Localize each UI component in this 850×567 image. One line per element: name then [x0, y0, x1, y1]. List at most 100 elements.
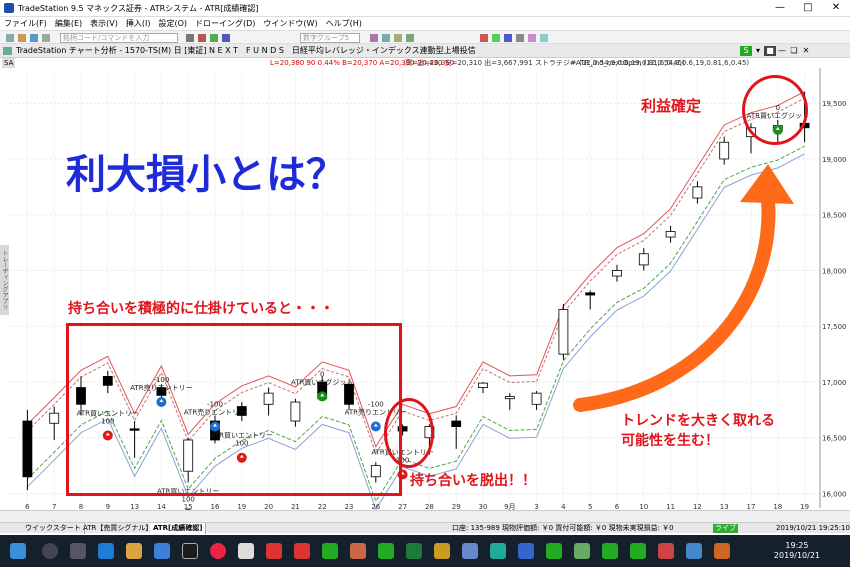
app-icon-8[interactable] — [518, 543, 534, 559]
workspace-tabs: ウイックスタート ATR【売買シグナル】 ATR[成績確認] 口座: 135-9… — [0, 522, 850, 534]
x-tick-label: 21 — [291, 503, 300, 510]
record-icon[interactable] — [210, 543, 226, 559]
app-icon-9[interactable] — [546, 543, 562, 559]
x-tick-label: 19 — [237, 503, 246, 510]
x-tick-label: 14 — [157, 503, 166, 510]
fib-icon[interactable] — [528, 34, 536, 42]
app-icon-10[interactable] — [574, 543, 590, 559]
y-tick-label: 19,500 — [822, 100, 847, 108]
y-tick-label: 17,500 — [822, 323, 847, 331]
x-tick-label: 26 — [371, 503, 380, 510]
menu-help[interactable]: ヘルプ(H) — [326, 18, 362, 29]
chart-restore-button[interactable]: ❏ — [788, 46, 800, 56]
date-axis-strip — [0, 510, 850, 522]
candle-body — [49, 412, 60, 424]
tab-atr-result[interactable]: ATR[成績確認] — [150, 523, 207, 534]
strategy-icon[interactable] — [382, 34, 390, 42]
profit-caption: 利益確定 — [641, 97, 702, 115]
x-tick-label: 29 — [452, 503, 461, 510]
trendline-icon[interactable] — [540, 34, 548, 42]
new-chart-icon[interactable] — [6, 34, 14, 42]
live-badge: ライブ — [713, 524, 738, 533]
y-tick-label: 18,000 — [822, 267, 847, 275]
side-tab[interactable]: トレーディングアプリ — [0, 245, 9, 315]
chart-close-button[interactable]: ✕ — [800, 46, 812, 56]
chart-menu-icon[interactable]: ■ — [764, 46, 776, 56]
x-tick-label: 11 — [666, 503, 675, 510]
app-icon-5[interactable] — [434, 543, 450, 559]
text-icon[interactable] — [516, 34, 524, 42]
folder-icon[interactable] — [126, 543, 142, 559]
app-icon-15[interactable] — [714, 543, 730, 559]
app-icon-7[interactable] — [490, 543, 506, 559]
breakout-circle — [384, 398, 434, 468]
taskbar-clock[interactable]: 19:25 2019/10/21 — [774, 541, 820, 561]
chart-icon — [3, 47, 12, 55]
x-tick-label: 17 — [747, 503, 756, 510]
app-icon-13[interactable] — [658, 543, 674, 559]
y-tick-label: 17,000 — [822, 379, 847, 387]
account-status: 口座: 135-989 現物評価額: ￥0 買付可能額: ￥0 現物未実現損益:… — [452, 524, 674, 532]
app-icon-14[interactable] — [686, 543, 702, 559]
status-datetime: 2019/10/21 19:25:10 — [776, 524, 850, 532]
edge-icon[interactable] — [98, 543, 114, 559]
search-icon[interactable] — [42, 543, 58, 559]
grid-icon[interactable] — [492, 34, 500, 42]
drawing-icon[interactable] — [504, 34, 512, 42]
task-view-icon[interactable] — [70, 543, 86, 559]
x-tick-label: 12 — [693, 503, 702, 510]
candle-body — [451, 420, 462, 427]
tv-icon[interactable] — [182, 543, 198, 559]
menu-drawing[interactable]: ドローイング(D) — [195, 18, 255, 29]
window-titlebar: TradeStation 9.5 マネックス証券 - ATRシステム - ATR… — [0, 0, 850, 17]
trend-arrow — [573, 164, 794, 412]
open-icon[interactable] — [18, 34, 26, 42]
menu-edit[interactable]: 編集(E) — [55, 18, 82, 29]
print-icon[interactable] — [42, 34, 50, 42]
menu-view[interactable]: 表示(V) — [90, 18, 118, 29]
store-icon[interactable] — [154, 543, 170, 559]
x-tick-label: 8 — [79, 503, 83, 510]
data-line: SA L=20,380 90 0.44% B=20,370 A=20,390 出… — [0, 58, 850, 68]
app-icon-4[interactable] — [378, 543, 394, 559]
app-icon-2[interactable] — [322, 543, 338, 559]
indicator-icon[interactable] — [370, 34, 378, 42]
excel-icon[interactable] — [406, 543, 422, 559]
pdf-icon[interactable] — [266, 543, 282, 559]
save-icon[interactable] — [30, 34, 38, 42]
chart-dropdown-icon[interactable]: ▾ — [752, 46, 764, 56]
acrobat-icon[interactable] — [294, 543, 310, 559]
tab-atr-signal[interactable]: ATR【売買シグナル】 — [80, 523, 157, 534]
chart-type-icon[interactable] — [186, 34, 194, 42]
symbol-input[interactable]: 銘柄コード/コマンドを入力 — [60, 33, 178, 43]
pane-select[interactable]: 数字グループ5 — [300, 33, 360, 43]
consolidation-box — [66, 323, 402, 496]
tab-quickstart[interactable]: ウイックスタート — [22, 523, 85, 534]
app-icon-3[interactable] — [350, 543, 366, 559]
minimize-button[interactable]: — — [766, 0, 794, 16]
clock-time: 19:25 — [785, 541, 809, 550]
chart-minimize-button[interactable]: — — [776, 46, 788, 56]
maximize-button[interactable]: □ — [794, 0, 822, 16]
x-tick-label: 22 — [318, 503, 327, 510]
app-icon-6[interactable] — [462, 543, 478, 559]
menu-file[interactable]: ファイル(F) — [4, 18, 47, 29]
zoom-icon[interactable] — [394, 34, 402, 42]
line-icon[interactable] — [222, 34, 230, 42]
menu-insert[interactable]: 挿入(I) — [126, 18, 151, 29]
candle-icon[interactable] — [210, 34, 218, 42]
windows-start-icon[interactable] — [10, 543, 26, 559]
profit-circle — [742, 75, 808, 145]
menu-window[interactable]: ウインドウ(W) — [263, 18, 317, 29]
x-tick-label: 19 — [800, 503, 809, 510]
app-icon-12[interactable] — [630, 543, 646, 559]
app-icon-1[interactable] — [238, 543, 254, 559]
app-icon-11[interactable] — [602, 543, 618, 559]
crosshair-icon[interactable] — [406, 34, 414, 42]
strategy-badge[interactable]: S — [740, 46, 752, 56]
x-tick-label: 5 — [588, 503, 592, 510]
menu-settings[interactable]: 設定(O) — [158, 18, 187, 29]
alert-icon[interactable] — [480, 34, 488, 42]
bar-icon[interactable] — [198, 34, 206, 42]
close-button[interactable]: ✕ — [822, 0, 850, 16]
